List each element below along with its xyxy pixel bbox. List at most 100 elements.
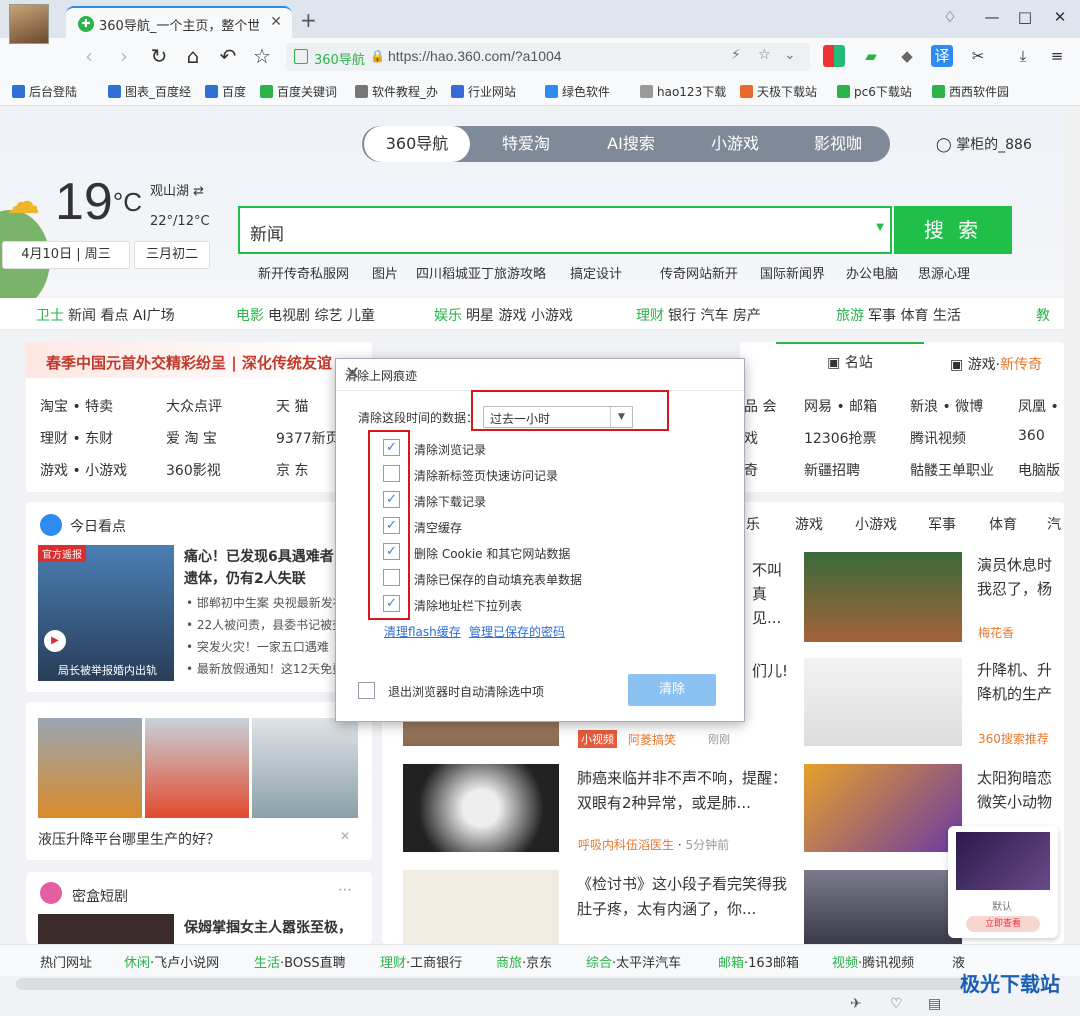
clear-flash-link[interactable]: 清理flash缓存 bbox=[384, 623, 461, 640]
download-icon[interactable]: ⤓ bbox=[1012, 45, 1034, 67]
hot-search-item[interactable]: 搞定设计 bbox=[570, 263, 622, 282]
horizontal-scrollbar[interactable] bbox=[16, 978, 966, 990]
bookmark-item[interactable]: 软件教程_办 bbox=[355, 83, 438, 100]
play-icon[interactable]: ▶ bbox=[44, 630, 66, 652]
apps-grid-icon[interactable] bbox=[823, 45, 845, 67]
site-link[interactable]: 腾讯视频 bbox=[910, 428, 966, 448]
feed-headline-5[interactable]: 太阳狗暗恋微笑小动物 bbox=[977, 766, 1063, 814]
bookmark-star-icon[interactable]: ☆ bbox=[758, 47, 771, 63]
auto-clear-checkbox[interactable] bbox=[358, 682, 375, 699]
heart-icon[interactable]: ♡ bbox=[890, 996, 903, 1012]
bookmark-item[interactable]: 图表_百度经 bbox=[108, 83, 191, 100]
bottom-link[interactable]: 商旅·京东 bbox=[496, 952, 552, 971]
bottom-link[interactable]: 理财·工商银行 bbox=[380, 952, 462, 971]
news-bullet[interactable]: • 邯郸初中生案 央视最新发布 bbox=[186, 594, 336, 611]
site-link[interactable]: 新疆招聘 bbox=[804, 460, 860, 480]
site-link[interactable]: 奇 bbox=[744, 460, 758, 480]
cube-icon[interactable]: ◆ bbox=[896, 45, 918, 67]
nav-pill[interactable]: AI搜索 bbox=[578, 126, 684, 162]
forward-icon[interactable]: › bbox=[112, 44, 136, 68]
drama-thumbnail[interactable] bbox=[38, 914, 174, 944]
site-link[interactable]: 淘宝 • 特卖 bbox=[40, 396, 113, 416]
feed-image-c[interactable] bbox=[804, 552, 962, 642]
news-tab[interactable]: 体育 bbox=[989, 514, 1017, 534]
search-box[interactable]: 新闻 ▼ bbox=[238, 206, 892, 254]
category-items[interactable]: 银行 汽车 房产 bbox=[668, 308, 761, 324]
hot-search-item[interactable]: 图片 bbox=[372, 263, 398, 282]
news-bullet[interactable]: • 22人被问责，县委书记被查 bbox=[186, 616, 336, 633]
site-link[interactable]: 360 bbox=[1018, 428, 1045, 444]
news-tab[interactable]: 小游戏 bbox=[855, 514, 897, 534]
refresh-icon[interactable]: ↻ bbox=[147, 44, 171, 68]
home-icon[interactable]: ⌂ bbox=[181, 44, 205, 68]
category-group[interactable]: 卫士 新闻 看点 AI广场 bbox=[36, 305, 175, 325]
popup-ad[interactable]: 默认 立即查看 bbox=[948, 826, 1058, 938]
category-group[interactable]: 娱乐 明星 游戏 小游戏 bbox=[434, 305, 573, 325]
weather-city[interactable]: 观山湖 ⇄ bbox=[150, 180, 204, 199]
bottom-link[interactable]: 视频·腾讯视频 bbox=[832, 952, 914, 971]
chevron-down-icon[interactable]: ⌄ bbox=[784, 47, 796, 63]
tab-games[interactable]: ▣ 游戏·新传奇 bbox=[950, 354, 1042, 374]
category-items[interactable]: 新闻 看点 AI广场 bbox=[68, 308, 175, 324]
site-link[interactable]: 12306抢票 bbox=[804, 428, 877, 448]
vertical-scrollbar[interactable] bbox=[1064, 106, 1080, 944]
bookmark-item[interactable]: hao123下载 bbox=[640, 83, 726, 100]
site-link[interactable]: 凤凰 • bbox=[1018, 396, 1059, 416]
site-link[interactable]: 网易 • 邮箱 bbox=[804, 396, 877, 416]
ad-image-2[interactable] bbox=[145, 718, 249, 818]
popup-button[interactable]: 立即查看 bbox=[966, 916, 1040, 932]
nav-pill[interactable]: 360导航 bbox=[364, 126, 470, 162]
undo-icon[interactable]: ↶ bbox=[216, 44, 240, 68]
feed-image-e[interactable] bbox=[804, 764, 962, 852]
trash-icon[interactable]: ▤ bbox=[928, 996, 941, 1012]
more-icon[interactable]: ⋯ bbox=[338, 882, 352, 898]
manage-passwords-link[interactable]: 管理已保存的密码 bbox=[469, 623, 565, 640]
back-icon[interactable]: ‹ bbox=[77, 44, 101, 68]
lunar-date-button[interactable]: 三月初二 bbox=[134, 241, 210, 269]
translate-icon[interactable]: 译 bbox=[931, 45, 953, 67]
dialog-close-icon[interactable]: ✕ bbox=[345, 363, 734, 384]
user-avatar[interactable] bbox=[9, 4, 49, 44]
ad-image-3[interactable] bbox=[252, 718, 358, 818]
rocket-icon[interactable]: ✈ bbox=[850, 996, 862, 1012]
bookmark-item[interactable]: 天极下载站 bbox=[740, 83, 817, 100]
category-group[interactable]: 理财 银行 汽车 房产 bbox=[636, 305, 761, 325]
category-head[interactable]: 理财 bbox=[636, 308, 664, 324]
hot-search-item[interactable]: 四川稻城亚丁旅游攻略 bbox=[416, 263, 546, 282]
news-headline[interactable]: 痛心！已发现6具遇难者遗体，仍有2人失联 bbox=[184, 546, 340, 590]
category-items[interactable]: 电视剧 综艺 儿童 bbox=[268, 308, 375, 324]
banner-title[interactable]: 春季中国元首外交精彩纷呈 | 深化传统友谊 bbox=[46, 352, 332, 373]
feed-author-b[interactable]: 阿菱搞笑 bbox=[628, 731, 676, 748]
bookmark-item[interactable]: 西西软件园 bbox=[932, 83, 1009, 100]
bookmark-item[interactable]: 绿色软件 bbox=[545, 83, 610, 100]
news-tab[interactable]: 汽 bbox=[1047, 514, 1061, 534]
search-button[interactable]: 搜 索 bbox=[894, 206, 1012, 254]
tab-close-icon[interactable]: ✕ bbox=[270, 14, 282, 30]
category-head[interactable]: 教 bbox=[1036, 308, 1050, 324]
bottom-link[interactable]: 综合·太平洋汽车 bbox=[586, 952, 681, 971]
favorite-star-icon[interactable]: ☆ bbox=[250, 44, 274, 68]
site-link[interactable]: 理财 • 东财 bbox=[40, 428, 113, 448]
hot-search-item[interactable]: 新开传奇私服网 bbox=[258, 263, 349, 282]
tab-famous-sites[interactable]: ▣ 名站 bbox=[776, 342, 924, 380]
category-head[interactable]: 电影 bbox=[236, 308, 264, 324]
bottom-link[interactable]: 生活·BOSS直聘 bbox=[254, 952, 346, 971]
letter-image[interactable] bbox=[403, 870, 559, 944]
user-account[interactable]: ◯ 掌柜的_886 bbox=[936, 134, 1032, 154]
news-thumbnail[interactable] bbox=[38, 545, 174, 681]
date-button[interactable]: 4月10日 | 周三 bbox=[2, 241, 130, 269]
feed-headline-4[interactable]: 升降机、升降机的生产厂 bbox=[977, 658, 1063, 708]
drama-headline[interactable]: 保姆掌掴女主人嚣张至极， bbox=[184, 917, 352, 937]
new-tab-button[interactable]: + bbox=[300, 10, 317, 30]
site-link[interactable]: 大众点评 bbox=[166, 396, 222, 416]
xray-image[interactable] bbox=[403, 764, 559, 852]
bottom-link[interactable]: 热门网址 bbox=[40, 952, 92, 971]
category-head[interactable]: 娱乐 bbox=[434, 308, 462, 324]
feed-text-a[interactable]: 不叫 真见... bbox=[752, 558, 792, 630]
feed-headline-3[interactable]: 演员休息时我忍了，杨紫 bbox=[977, 553, 1063, 603]
site-link[interactable]: 品 会 bbox=[744, 396, 776, 416]
site-link[interactable]: 游戏 • 小游戏 bbox=[40, 460, 127, 480]
feed-author-4[interactable]: 360搜索推荐 bbox=[978, 730, 1049, 747]
flash-icon[interactable]: ⚡ bbox=[731, 47, 741, 63]
site-link[interactable]: 骷髅王单职业 bbox=[910, 460, 994, 480]
